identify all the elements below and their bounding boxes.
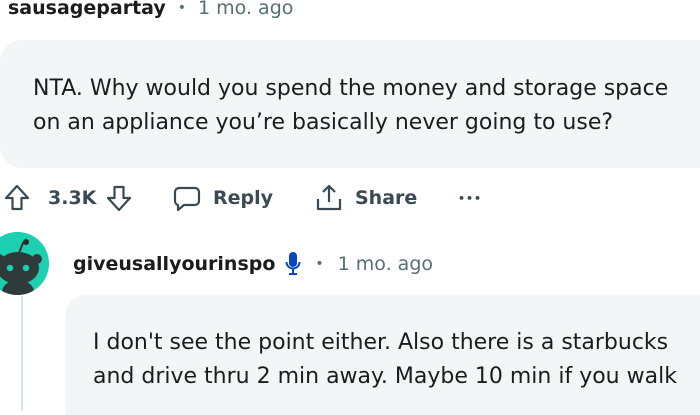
comment-text-line: and drive thru 2 min away. Maybe 10 min … (93, 364, 677, 389)
meta-separator: • (315, 256, 324, 272)
comment-text-line: NTA. Why would you spend the money and s… (33, 76, 669, 101)
share-label: Share (355, 187, 418, 209)
downvote-arrow-icon (106, 184, 132, 212)
reply-header: giveusallyourinspo • 1 mo. ago (73, 250, 433, 278)
comment-body: NTA. Why would you spend the money and s… (0, 40, 700, 168)
comment-text-line: I don't see the point either. Also there… (93, 330, 669, 355)
reply-label: Reply (213, 187, 274, 209)
more-options-button[interactable]: ••• (458, 176, 482, 220)
vote-score: 3.3K (48, 187, 97, 209)
upvote-arrow-icon (4, 184, 30, 212)
thread-line[interactable] (21, 296, 23, 411)
share-icon (315, 183, 343, 213)
reply-body: I don't see the point either. Also there… (65, 295, 700, 415)
comment-text-line: on an appliance you’re basically never g… (33, 110, 614, 135)
comment-timestamp[interactable]: 1 mo. ago (198, 0, 293, 19)
comment-timestamp[interactable]: 1 mo. ago (338, 253, 433, 275)
comment-action-bar: 3.3K Reply Share ••• (0, 176, 700, 220)
upvote-button[interactable] (4, 176, 30, 220)
comment-header: sausagepartay • 1 mo. ago (8, 0, 293, 22)
comment-bubble-icon (173, 184, 201, 212)
meta-separator: • (177, 0, 187, 16)
reply-button[interactable]: Reply (173, 176, 273, 220)
username-link[interactable]: giveusallyourinspo (73, 253, 275, 275)
share-button[interactable]: Share (315, 176, 417, 220)
username-link[interactable]: sausagepartay (8, 0, 166, 19)
downvote-button[interactable] (106, 176, 132, 220)
snoo-avatar-icon (0, 232, 49, 295)
microphone-icon (285, 251, 301, 277)
user-avatar[interactable] (0, 232, 49, 295)
